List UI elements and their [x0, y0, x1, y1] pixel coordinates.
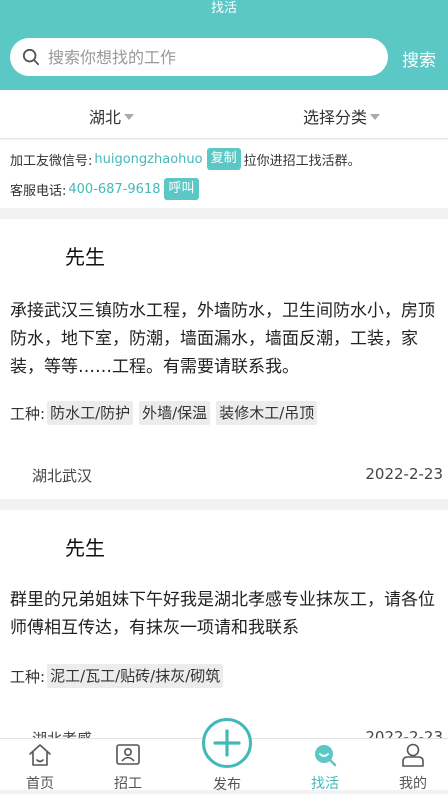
publish-button[interactable]	[202, 718, 252, 768]
wechat-label: 加工友微信号:	[10, 153, 93, 169]
wechat-suffix: 拉你进招工找活群。	[243, 153, 361, 169]
trade-tag: 防水工/防护	[47, 401, 134, 425]
tab-recruit-label: 招工	[114, 776, 142, 792]
filter-bar: 湖北 选择分类	[0, 90, 448, 139]
wechat-line: 加工友微信号: huigongzhaohuo 复制 拉你进招工找活群。	[10, 148, 361, 170]
trades-label: 工种:	[10, 667, 46, 686]
call-button[interactable]: 呼叫	[164, 178, 199, 200]
recruit-icon	[116, 744, 140, 765]
wechat-id: huigongzhaohuo	[94, 151, 203, 167]
find-jobs-icon	[315, 745, 337, 767]
trade-tag: 装修木工/吊顶	[216, 401, 318, 425]
listing-location: 湖北武汉	[32, 467, 93, 485]
category-filter-label: 选择分类	[303, 108, 368, 127]
trade-tags: 工种: 防水工/防护 外墙/保温 装修木工/吊顶	[10, 401, 323, 425]
phone-label: 客服电话:	[10, 183, 67, 199]
category-filter[interactable]: 选择分类	[303, 104, 381, 128]
plus-icon	[213, 729, 241, 757]
region-filter-label: 湖北	[89, 108, 122, 127]
search-input[interactable]	[48, 47, 368, 67]
listing-card[interactable]: 先生 承接武汉三镇防水工程，外墙防水，卫生间防水小，房顶防水，地下室，防潮，墙面…	[0, 219, 448, 499]
poster-name: 先生	[65, 245, 105, 269]
trade-tags: 工种: 泥工/瓦工/贴砖/抹灰/砌筑	[10, 664, 229, 688]
region-filter[interactable]: 湖北	[89, 104, 135, 128]
trade-tag: 泥工/瓦工/贴砖/抹灰/砌筑	[47, 664, 224, 688]
user-icon	[402, 743, 424, 767]
copy-button[interactable]: 复制	[206, 148, 241, 170]
search-button[interactable]: 搜索	[402, 46, 436, 71]
page-title: 找活	[210, 1, 237, 16]
trade-tag: 外墙/保温	[139, 401, 211, 425]
caret-down-icon	[370, 114, 381, 120]
tab-jobs[interactable]: 找活	[285, 739, 365, 792]
listing-description: 群里的兄弟姐妹下午好我是湖北孝感专业抹灰工，请各位师傅相互传达，有抹灰一项请和我…	[10, 590, 435, 638]
tab-home[interactable]: 首页	[0, 739, 80, 792]
contact-notice: 加工友微信号: huigongzhaohuo 复制 拉你进招工找活群。 客服电话…	[0, 140, 448, 208]
tab-mine-label: 我的	[399, 776, 427, 792]
trades-label: 工种:	[10, 404, 46, 423]
publish-label: 发布	[213, 777, 241, 793]
tab-jobs-label: 找活	[311, 776, 339, 792]
listing-date: 2022-2-23	[365, 465, 443, 483]
caret-down-icon	[124, 114, 135, 120]
app-header: 找活 搜索	[0, 0, 448, 90]
tab-home-label: 首页	[26, 776, 54, 792]
poster-name: 先生	[65, 536, 105, 560]
tab-mine[interactable]: 我的	[373, 739, 448, 792]
phone-number[interactable]: 400-687-9618	[68, 182, 160, 197]
listing-description: 承接武汉三镇防水工程，外墙防水，卫生间防水小，房顶防水，地下室，防潮，墙面漏水，…	[10, 301, 435, 377]
home-icon	[29, 744, 51, 766]
search-icon	[22, 48, 40, 66]
tab-recruit[interactable]: 招工	[88, 739, 168, 792]
search-box[interactable]	[10, 38, 388, 76]
phone-line: 客服电话: 400-687-9618 呼叫	[10, 178, 202, 200]
listing-card[interactable]: 先生 群里的兄弟姐妹下午好我是湖北孝感专业抹灰工，请各位师傅相互传达，有抹灰一项…	[0, 510, 448, 748]
